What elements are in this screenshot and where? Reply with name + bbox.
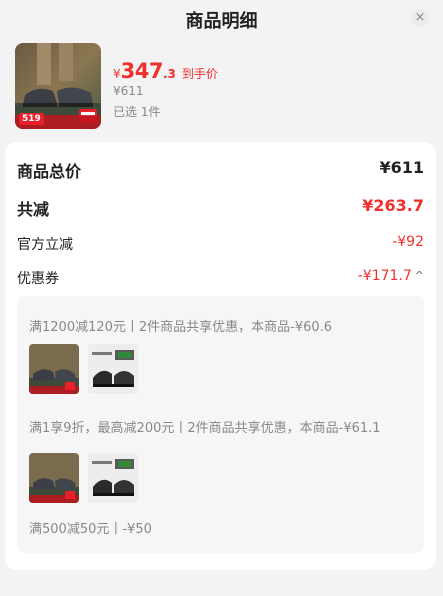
coupon-rule-3: 满500减50元丨-¥50 xyxy=(29,522,152,537)
price-symbol: ¥ xyxy=(113,67,121,81)
header: 商品明细 × xyxy=(0,0,443,38)
reduce-value: ¥263.7 xyxy=(362,196,424,215)
product-thumb xyxy=(88,453,138,503)
final-price: ¥347.3 到手价 xyxy=(113,59,218,83)
chevron-up-icon[interactable]: ^ xyxy=(415,269,424,282)
coupon-value-wrap: -¥171.7 ^ xyxy=(358,268,424,284)
official-label: 官方立减 xyxy=(17,237,73,253)
coupon-details-panel: 满1200减120元丨2件商品共享优惠，本商品-¥60.6 满1享9折，最高减2… xyxy=(17,296,424,553)
total-value: ¥611 xyxy=(379,158,424,177)
price-decimal: .3 xyxy=(162,67,176,81)
product-thumb xyxy=(29,453,79,503)
price-details-card: 商品总价 ¥611 共减 ¥263.7 官方立减 -¥92 优惠券 -¥171.… xyxy=(5,142,436,570)
product-thumb xyxy=(29,344,79,394)
product-thumbnail: 519 xyxy=(15,43,101,129)
official-discount-row: 官方立减 -¥92 xyxy=(17,234,424,256)
selected-count: 已选 1件 xyxy=(113,105,161,119)
total-price-row: 商品总价 ¥611 xyxy=(17,158,424,181)
close-button[interactable]: × xyxy=(411,9,429,27)
coupon-rule-1: 满1200减120元丨2件商品共享优惠，本商品-¥60.6 xyxy=(29,320,333,335)
price-tag: 到手价 xyxy=(181,67,218,81)
page-title: 商品明细 xyxy=(185,11,258,32)
product-thumb xyxy=(88,344,138,394)
product-summary: 519 ¥347.3 到手价 ¥611 已选 1件 xyxy=(15,43,435,131)
total-label: 商品总价 xyxy=(17,162,82,181)
promo-badge: 519 xyxy=(19,113,44,125)
reduce-label: 共减 xyxy=(17,200,50,219)
close-icon: × xyxy=(414,10,426,25)
coupon-label: 优惠券 xyxy=(17,271,59,287)
total-reduce-row: 共减 ¥263.7 xyxy=(17,196,424,219)
coupon-value: -¥171.7 xyxy=(357,268,412,284)
coupon-rule-2: 满1享9折，最高减200元丨2件商品共享优惠，本商品-¥61.1 xyxy=(29,421,381,436)
original-price: ¥611 xyxy=(113,84,144,98)
official-value: -¥92 xyxy=(392,234,424,250)
coupon-row[interactable]: 优惠券 -¥171.7 ^ xyxy=(17,268,424,290)
price-integer: 347 xyxy=(120,59,164,83)
